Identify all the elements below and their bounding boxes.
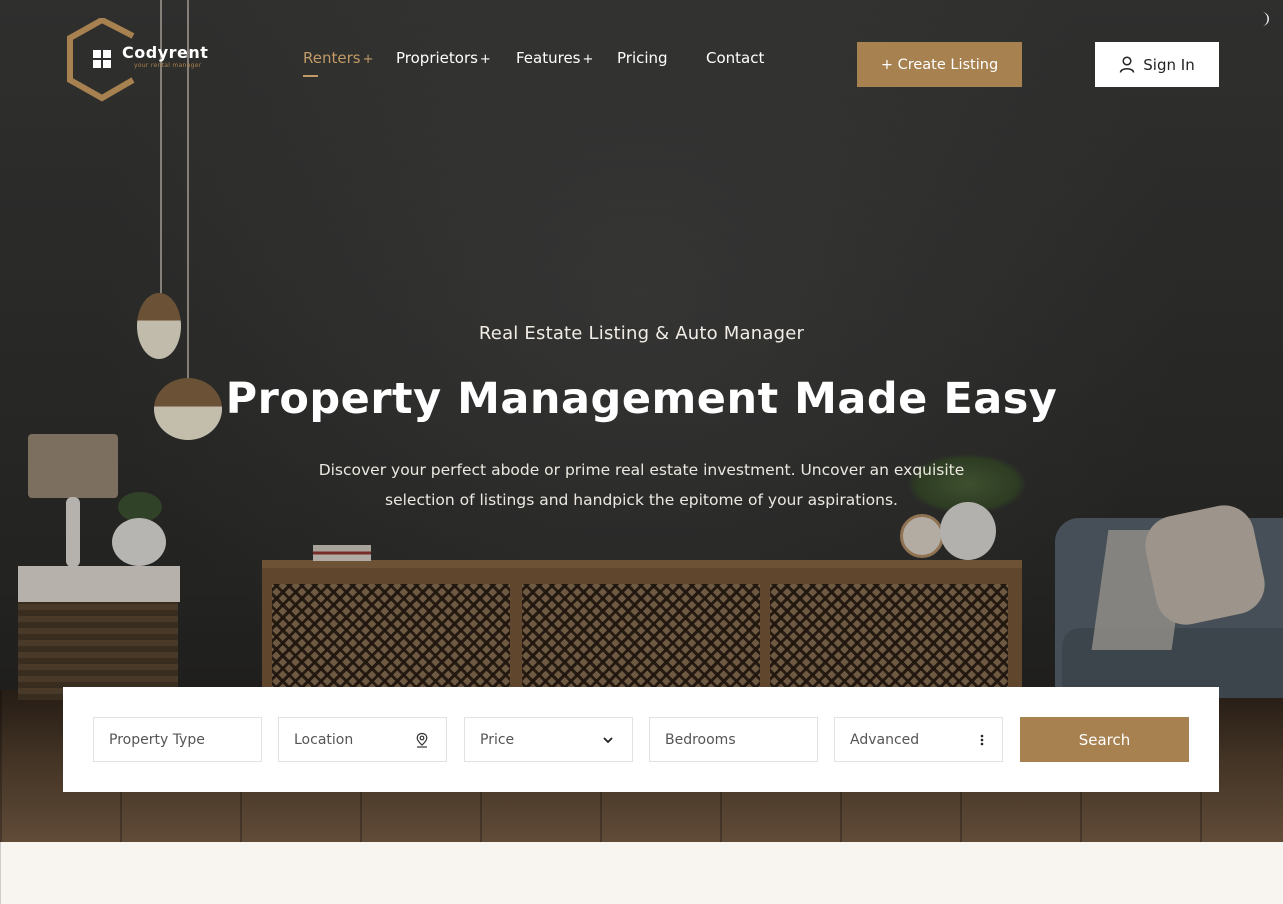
brand-tagline: your rental manager xyxy=(134,62,202,69)
location-placeholder: Location xyxy=(294,731,354,748)
advanced-filter[interactable]: Advanced xyxy=(834,717,1003,762)
location-pin-icon xyxy=(416,732,428,748)
nav-label: Renters xyxy=(303,49,361,67)
nav-item-proprietors[interactable]: Proprietors + xyxy=(396,49,491,67)
moon-icon[interactable] xyxy=(1259,11,1273,27)
create-listing-button[interactable]: + Create Listing xyxy=(857,42,1022,87)
location-input[interactable]: Location xyxy=(278,717,447,762)
brand-name: Codyrent xyxy=(122,43,209,62)
nav-label: Proprietors xyxy=(396,49,478,67)
hero-eyebrow: Real Estate Listing & Auto Manager xyxy=(478,323,805,344)
price-select[interactable]: Price xyxy=(464,717,633,762)
advanced-label: Advanced xyxy=(850,731,920,748)
price-label: Price xyxy=(480,731,515,748)
logo[interactable]: Codyrent your rental manager xyxy=(67,18,217,102)
nav-label: Contact xyxy=(706,49,765,67)
search-form: Property Type Location Price Bedrooms Ad… xyxy=(63,687,1219,792)
sign-in-label: Sign In xyxy=(1143,55,1195,74)
sign-in-button[interactable]: Sign In xyxy=(1095,42,1219,87)
nav-active-indicator xyxy=(303,75,318,77)
bedrooms-label: Bedrooms xyxy=(665,731,736,748)
nav-item-renters[interactable]: Renters + xyxy=(303,49,373,67)
hero-description: Discover your perfect abode or prime rea… xyxy=(318,461,965,509)
bedrooms-select[interactable]: Bedrooms xyxy=(649,717,818,762)
nav-plus: + xyxy=(582,52,594,67)
property-type-select[interactable]: Property Type xyxy=(93,717,262,762)
nav-label: Pricing xyxy=(617,49,668,67)
user-icon xyxy=(1120,56,1135,73)
vertical-dots-icon xyxy=(980,734,984,746)
next-section xyxy=(0,842,1283,904)
property-type-label: Property Type xyxy=(109,731,205,748)
nav-item-pricing[interactable]: Pricing xyxy=(617,49,668,67)
nav-item-features[interactable]: Features + xyxy=(516,49,593,67)
search-button[interactable]: Search xyxy=(1020,717,1189,762)
nav-plus: + xyxy=(479,52,491,67)
nav-plus: + xyxy=(362,52,374,67)
hero-headline: Property Management Made Easy xyxy=(225,374,1058,424)
nav-item-contact[interactable]: Contact xyxy=(706,49,764,67)
nav-label: Features xyxy=(516,49,581,67)
chevron-down-icon xyxy=(603,737,613,744)
